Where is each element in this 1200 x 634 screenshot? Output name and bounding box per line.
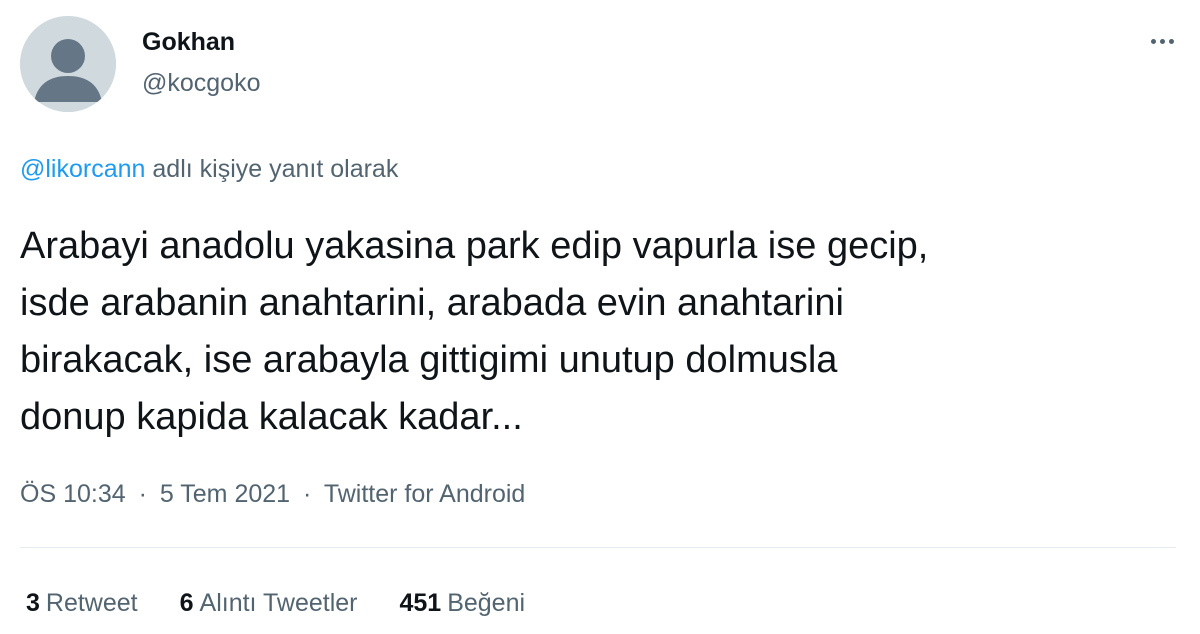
more-options-button[interactable] <box>1144 26 1180 56</box>
avatar[interactable] <box>20 16 116 112</box>
reply-context: @likorcann adlı kişiye yanıt olarak <box>20 153 398 185</box>
tweet-meta: ÖS 10:34 · 5 Tem 2021 · Twitter for Andr… <box>20 478 525 510</box>
author-display-name[interactable]: Gokhan <box>142 26 261 58</box>
tweet-card: Gokhan @kocgoko @likorcann adlı kişiye y… <box>0 0 1200 634</box>
meta-separator: · <box>138 480 147 508</box>
tweet-source[interactable]: Twitter for Android <box>324 480 525 508</box>
reply-context-label: adlı kişiye yanıt olarak <box>145 155 399 183</box>
quote-tweets-stat[interactable]: 6 Alıntı Tweetler <box>180 587 358 619</box>
quote-tweets-label: Alıntı Tweetler <box>199 589 358 617</box>
reply-mention-link[interactable]: @likorcann <box>20 155 145 183</box>
divider <box>20 547 1176 548</box>
retweets-label: Retweet <box>45 589 138 617</box>
tweet-text: Arabayi anadolu yakasina park edip vapur… <box>20 225 929 438</box>
quote-tweets-count: 6 <box>179 589 194 617</box>
tweet-time[interactable]: ÖS 10:34 <box>20 480 126 508</box>
likes-stat[interactable]: 451 Beğeni <box>399 587 525 619</box>
author-info: Gokhan @kocgoko <box>142 26 261 99</box>
author-handle[interactable]: @kocgoko <box>142 67 261 99</box>
retweets-count: 3 <box>26 589 40 617</box>
retweets-stat[interactable]: 3 Retweet <box>26 587 138 619</box>
default-profile-icon <box>20 16 116 112</box>
tweet-stats: 3 Retweet 6 Alıntı Tweetler 451 Beğeni <box>26 587 567 619</box>
tweet-date[interactable]: 5 Tem 2021 <box>160 480 290 508</box>
more-horizontal-icon <box>1149 38 1176 44</box>
likes-count: 451 <box>399 589 442 617</box>
meta-separator: · <box>303 480 312 508</box>
likes-label: Beğeni <box>447 589 526 617</box>
